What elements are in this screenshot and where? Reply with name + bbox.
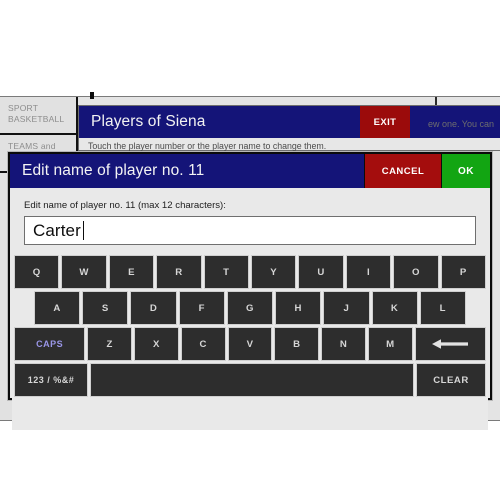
sidebar-item-sport-line1: SPORT (8, 103, 39, 113)
players-panel-title: Players of Siena (91, 113, 206, 130)
ok-button[interactable]: OK (441, 154, 490, 188)
key-l[interactable]: L (419, 291, 466, 325)
key-clear[interactable]: CLEAR (416, 363, 486, 397)
key-o[interactable]: O (393, 255, 439, 289)
key-p[interactable]: P (440, 255, 487, 289)
key-space[interactable] (90, 363, 414, 397)
player-name-input[interactable]: Carter (24, 216, 476, 245)
key-k[interactable]: K (371, 291, 418, 325)
key-t[interactable]: T (203, 255, 250, 289)
key-r[interactable]: R (156, 255, 202, 289)
key-w[interactable]: W (61, 255, 107, 289)
key-n[interactable]: N (321, 327, 366, 361)
key-caps[interactable]: CAPS (14, 327, 86, 361)
key-x[interactable]: X (134, 327, 179, 361)
key-i[interactable]: I (345, 255, 392, 289)
key-c[interactable]: C (180, 327, 226, 361)
key-symbols-toggle[interactable]: 123 / %&# (14, 363, 88, 397)
key-e[interactable]: E (108, 255, 155, 289)
exit-button[interactable]: EXIT (360, 106, 410, 138)
sidebar-item-sport[interactable]: SPORT BASKETBALL (0, 97, 76, 135)
arrow-left-icon (432, 339, 469, 349)
onscreen-keyboard: Q W E R T Y U I O P A S D F G H J K L CA… (12, 255, 488, 430)
screen: SPORT BASKETBALL TEAMS and Players of Si… (0, 0, 500, 500)
key-d[interactable]: D (130, 291, 177, 325)
dialog-title: Edit name of player no. 11 (22, 162, 205, 179)
keyboard-row-3: CAPS Z X C V B N M (12, 327, 488, 361)
key-u[interactable]: U (298, 255, 344, 289)
key-g[interactable]: G (226, 291, 274, 325)
keyboard-row-1: Q W E R T Y U I O P (12, 255, 488, 289)
key-a[interactable]: A (34, 291, 81, 325)
frame-tick-top (90, 92, 94, 99)
background-right-text: ew one. You can (427, 119, 494, 129)
key-y[interactable]: Y (251, 255, 297, 289)
sidebar-item-sport-line2: BASKETBALL (8, 114, 65, 124)
key-h[interactable]: H (275, 291, 322, 325)
keyboard-row-2: A S D F G H J K L (12, 291, 488, 325)
keyboard-row-4: 123 / %&# CLEAR (12, 363, 488, 397)
key-s[interactable]: S (82, 291, 129, 325)
dialog-titlebar: Edit name of player no. 11 CANCEL OK (10, 154, 490, 188)
key-z[interactable]: Z (87, 327, 133, 361)
key-f[interactable]: F (178, 291, 225, 325)
cancel-button[interactable]: CANCEL (364, 154, 441, 188)
players-panel-hint: Touch the player number or the player na… (88, 141, 327, 151)
key-m[interactable]: M (367, 327, 413, 361)
player-name-label: Edit name of player no. 11 (max 12 chara… (24, 200, 226, 211)
sidebar-item-teams-line1: TEAMS and (8, 141, 56, 151)
text-caret (82, 221, 84, 240)
edit-player-name-dialog: Edit name of player no. 11 CANCEL OK Edi… (8, 152, 492, 430)
key-backspace[interactable] (414, 327, 487, 361)
key-b[interactable]: B (274, 327, 320, 361)
key-q[interactable]: Q (14, 255, 60, 289)
dialog-body: Edit name of player no. 11 (max 12 chara… (10, 188, 490, 430)
key-j[interactable]: J (323, 291, 370, 325)
player-name-value: Carter (33, 220, 81, 240)
key-v[interactable]: V (227, 327, 273, 361)
